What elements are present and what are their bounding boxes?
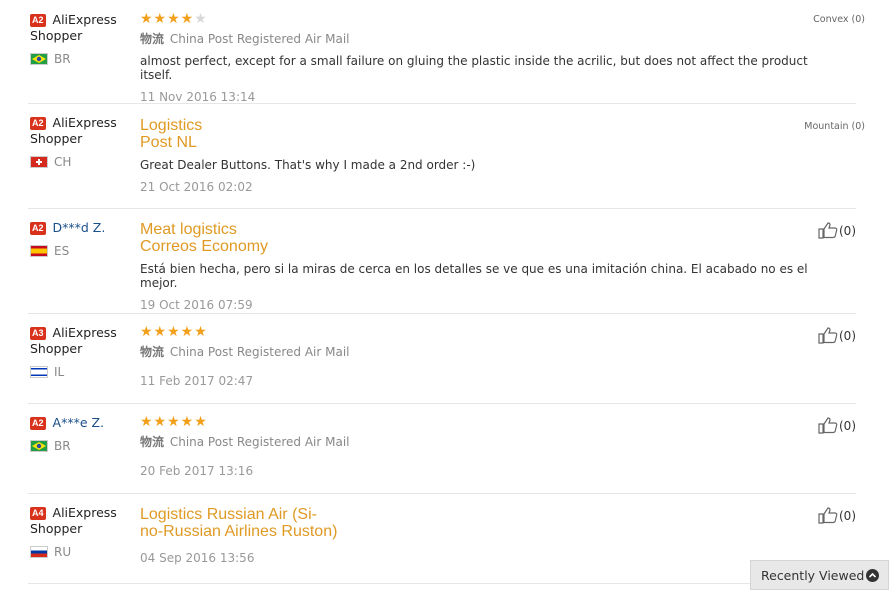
buyer-level-badge: A2 [30,417,46,430]
buyer-name[interactable]: A2 D***d Z. [30,220,140,236]
helpful-button[interactable]: (0) [818,417,856,434]
review-item: A3 AliExpress Shopper IL ★★★★★ 物流 China P… [28,313,856,404]
review-item: A2 AliExpress Shopper BR ★★★★★ 物流 China P… [28,0,865,104]
shipping-title: Meat logistics Correos Economy [140,221,269,255]
review-item: A2 D***d Z. ES Meat logistics Correos Eco… [28,208,856,314]
flag-il-icon [30,366,48,378]
star-rating: ★★★★★ [140,324,208,340]
logistics-icon: 物流 [140,435,165,449]
recently-viewed-label: Recently Viewed [761,568,865,583]
flag-es-icon [30,245,48,257]
flag-ch-icon [30,156,48,168]
buyer-country: RU [30,545,140,559]
thumbs-up-icon [818,222,838,239]
buyer-name: A2 AliExpress Shopper [30,12,117,43]
buyer-info: A2 AliExpress Shopper BR [30,12,140,66]
star-rating: ★★★★★ [140,414,208,430]
feedback-text: almost perfect, except for a small failu… [140,54,808,82]
buyer-info: A4 AliExpress Shopper RU [30,505,140,559]
shipping-title: Logistics Post NL [140,117,203,151]
review-date: 04 Sep 2016 13:56 [140,551,255,565]
review-content: ★★★★★ 物流 China Post Registered Air Mail … [140,415,820,478]
buyer-name[interactable]: A2 A***e Z. [30,415,140,431]
recently-viewed-button[interactable]: Recently Viewed [750,560,889,590]
buyer-name: A3 AliExpress Shopper [30,325,117,356]
buyer-name: A4 AliExpress Shopper [30,505,117,536]
logistics-info: 物流 China Post Registered Air Mail [140,345,350,359]
logistics-info: 物流 China Post Registered Air Mail [140,435,350,449]
buyer-info: A2 D***d Z. ES [30,220,140,258]
star-rating: ★★★★★ [140,11,208,27]
thumbs-up-icon [818,507,838,524]
shipping-title: Logistics Russian Air (Si- no-Russian Ai… [140,506,338,540]
thumbs-up-icon [818,327,838,344]
logistics-icon: 物流 [140,32,165,46]
feedback-text: Great Dealer Buttons. That's why I made … [140,158,476,172]
helpful-button[interactable]: (0) [818,222,856,239]
buyer-country: BR [30,52,140,66]
helpful-button[interactable]: (0) [818,327,856,344]
buyer-name: A2 AliExpress Shopper [30,115,117,146]
buyer-country: BR [30,439,140,453]
buyer-country: CH [30,155,140,169]
buyer-level-badge: A2 [30,222,46,235]
review-date: 21 Oct 2016 02:02 [140,180,253,194]
buyer-info: A3 AliExpress Shopper IL [30,325,140,379]
buyer-info: A2 A***e Z. BR [30,415,140,453]
feedback-text: Está bien hecha, pero si la miras de cer… [140,262,808,290]
logistics-icon: 物流 [140,345,165,359]
chevron-up-icon [866,569,879,582]
review-content: ★★★★★ 物流 China Post Registered Air Mail … [140,325,820,388]
review-date: 11 Nov 2016 13:14 [140,90,256,104]
logistics-info: 物流 China Post Registered Air Mail [140,32,350,46]
buyer-country: IL [30,365,140,379]
review-date: 20 Feb 2017 13:16 [140,464,254,478]
buyer-level-badge: A2 [30,14,46,27]
flag-ru-icon [30,546,48,558]
review-item: A4 AliExpress Shopper RU Logistics Russia… [28,493,856,584]
option-label: Mountain (0) [804,121,865,132]
buyer-country: ES [30,244,140,258]
helpful-button[interactable]: (0) [818,507,856,524]
review-content: Meat logistics Correos Economy Está bien… [140,221,820,312]
flag-br-icon [30,440,48,452]
buyer-level-badge: A4 [30,507,46,520]
review-date: 11 Feb 2017 02:47 [140,374,254,388]
review-content: Logistics Post NL Great Dealer Buttons. … [140,117,820,194]
review-item: A2 AliExpress Shopper CH Logistics Post N… [28,103,865,209]
buyer-level-badge: A3 [30,327,46,340]
review-content: Logistics Russian Air (Si- no-Russian Ai… [140,506,820,565]
buyer-info: A2 AliExpress Shopper CH [30,115,140,169]
thumbs-up-icon [818,417,838,434]
option-label: Convex (0) [813,14,865,25]
buyer-level-badge: A2 [30,117,46,130]
review-item: A2 A***e Z. BR ★★★★★ 物流 China Post Regist… [28,403,856,494]
review-date: 19 Oct 2016 07:59 [140,298,253,312]
flag-br-icon [30,53,48,65]
review-content: ★★★★★ 物流 China Post Registered Air Mail … [140,12,820,104]
